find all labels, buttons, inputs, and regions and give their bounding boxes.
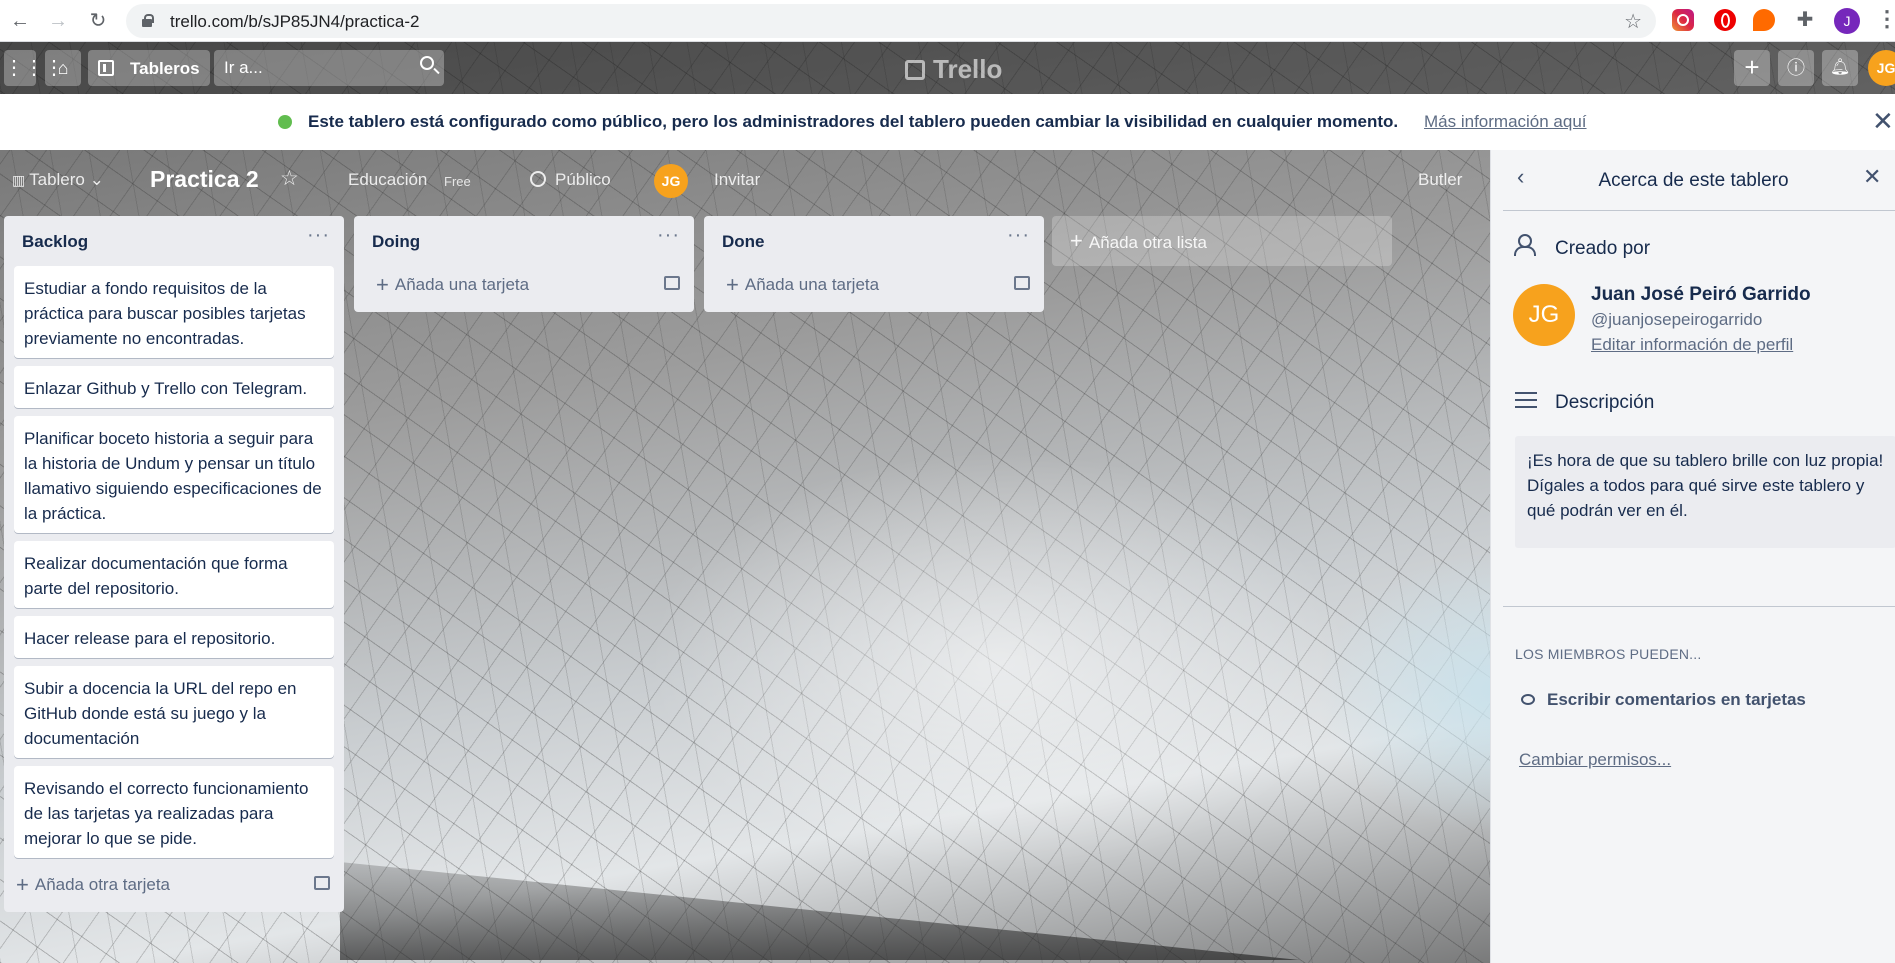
close-icon[interactable]: ✕ bbox=[1863, 164, 1881, 190]
boards-label: Tableros bbox=[130, 59, 200, 78]
add-card-button[interactable]: + Añada otra tarjeta bbox=[16, 872, 170, 898]
card[interactable]: Subir a docencia la URL del repo en GitH… bbox=[14, 666, 334, 758]
about-board-panel: ‹ Acerca de este tablero ✕ Creado por JG… bbox=[1490, 150, 1895, 963]
board-header: ▥ Tablero ⌄ Practica 2 ☆ Educación Free … bbox=[0, 150, 1490, 212]
bookmark-star-icon[interactable]: ☆ bbox=[1624, 9, 1642, 34]
creator-username: @juanjosepeirogarrido bbox=[1591, 310, 1763, 329]
list-doing: Doing ··· + Añada una tarjeta bbox=[354, 216, 694, 312]
notifications-bell-icon[interactable]: 🔔︎ bbox=[1822, 50, 1858, 86]
back-arrow-icon[interactable]: ← bbox=[8, 9, 32, 33]
creator-avatar[interactable]: JG bbox=[1513, 284, 1575, 346]
member-avatar[interactable]: JG bbox=[654, 164, 688, 198]
list-title[interactable]: Done bbox=[722, 232, 765, 252]
plus-icon: + bbox=[16, 872, 29, 897]
card[interactable]: Hacer release para el repositorio. bbox=[14, 616, 334, 658]
trello-logo-icon bbox=[905, 60, 925, 80]
visibility-banner: Este tablero está configurado como públi… bbox=[0, 94, 1895, 150]
url-text[interactable]: trello.com/b/sJP85JN4/practica-2 bbox=[170, 12, 419, 32]
browser-toolbar: ← → ↻ trello.com/b/sJP85JN4/practica-2 ☆… bbox=[0, 0, 1895, 42]
invite-button[interactable]: Invitar bbox=[714, 170, 760, 190]
divider bbox=[1503, 210, 1895, 211]
star-icon[interactable]: ☆ bbox=[280, 166, 299, 191]
instagram-extension-icon[interactable] bbox=[1672, 9, 1694, 31]
close-icon[interactable]: ✕ bbox=[1872, 106, 1894, 137]
address-bar[interactable]: trello.com/b/sJP85JN4/practica-2 ☆ bbox=[126, 4, 1656, 38]
card[interactable]: Enlazar Github y Trello con Telegram. bbox=[14, 366, 334, 408]
plus-icon: + bbox=[1070, 228, 1083, 253]
boards-icon bbox=[98, 60, 114, 76]
browser-profile-avatar[interactable]: J bbox=[1834, 8, 1860, 34]
card-template-icon[interactable] bbox=[1014, 276, 1030, 290]
list-done: Done ··· + Añada una tarjeta bbox=[704, 216, 1044, 312]
board-view-switcher[interactable]: ▥ Tablero ⌄ bbox=[12, 170, 104, 190]
card[interactable]: Planificar boceto historia a seguir para… bbox=[14, 416, 334, 533]
info-icon[interactable]: ⓘ bbox=[1778, 50, 1814, 86]
add-card-button[interactable]: + Añada una tarjeta bbox=[376, 272, 529, 298]
plan-badge: Free bbox=[444, 174, 471, 189]
permission-comments: Escribir comentarios en tarjetas bbox=[1547, 690, 1806, 709]
members-permissions-heading: Los miembros pueden... bbox=[1515, 646, 1702, 662]
banner-more-info-link[interactable]: Más información aquí bbox=[1424, 112, 1587, 132]
description-heading: Descripción bbox=[1555, 392, 1655, 413]
plus-icon: + bbox=[726, 272, 739, 297]
create-plus-icon[interactable]: + bbox=[1734, 50, 1770, 86]
add-card-button[interactable]: + Añada una tarjeta bbox=[726, 272, 879, 298]
description-icon bbox=[1515, 392, 1537, 408]
trello-header: ⋮⋮⋮ ⌂ Tableros Trello + ⓘ 🔔︎ JG bbox=[0, 42, 1895, 94]
person-icon bbox=[1513, 234, 1536, 256]
opera-extension-icon[interactable] bbox=[1714, 9, 1736, 31]
extensions-puzzle-icon[interactable]: ✚ bbox=[1794, 9, 1816, 31]
globe-icon bbox=[530, 171, 546, 187]
globe-icon bbox=[278, 115, 292, 129]
more-options-icon[interactable]: ··· bbox=[657, 224, 680, 247]
butler-button[interactable]: Butler bbox=[1418, 170, 1462, 190]
card-template-icon[interactable] bbox=[664, 276, 680, 290]
panel-title: Acerca de este tablero bbox=[1598, 170, 1789, 191]
list-backlog: Backlog ··· Estudiar a fondo requisitos … bbox=[4, 216, 344, 912]
list-title[interactable]: Backlog bbox=[22, 232, 88, 252]
fire-extension-icon[interactable] bbox=[1753, 9, 1775, 31]
list-title[interactable]: Doing bbox=[372, 232, 420, 252]
add-list-button[interactable]: + Añada otra lista bbox=[1052, 216, 1392, 266]
divider bbox=[1503, 606, 1895, 607]
card[interactable]: Estudiar a fondo requisitos de la prácti… bbox=[14, 266, 334, 358]
team-label[interactable]: Educación bbox=[348, 170, 427, 190]
card[interactable]: Realizar documentación que forma parte d… bbox=[14, 541, 334, 608]
forward-arrow-icon[interactable]: → bbox=[46, 9, 70, 33]
browser-menu-icon[interactable]: ⋮ bbox=[1876, 6, 1895, 32]
search-icon[interactable] bbox=[420, 56, 434, 70]
comment-icon bbox=[1521, 694, 1535, 705]
trello-logo[interactable]: Trello bbox=[905, 54, 1002, 85]
creator-heading: Creado por bbox=[1555, 238, 1651, 259]
visibility-button[interactable]: Público bbox=[555, 170, 611, 190]
board-title[interactable]: Practica 2 bbox=[150, 166, 259, 193]
banner-text: Este tablero está configurado como públi… bbox=[308, 112, 1399, 131]
card-template-icon[interactable] bbox=[314, 876, 330, 890]
more-options-icon[interactable]: ··· bbox=[307, 224, 330, 247]
creator-name: Juan José Peiró Garrido bbox=[1591, 284, 1811, 305]
description-box[interactable]: ¡Es hora de que su tablero brille con lu… bbox=[1515, 436, 1895, 548]
change-permissions-link[interactable]: Cambiar permisos... bbox=[1519, 750, 1671, 770]
search-box[interactable] bbox=[214, 50, 444, 86]
chevron-down-icon: ⌄ bbox=[84, 170, 104, 189]
lock-icon[interactable] bbox=[142, 14, 154, 27]
plus-icon: + bbox=[376, 272, 389, 297]
reload-icon[interactable]: ↻ bbox=[86, 9, 110, 33]
more-options-icon[interactable]: ··· bbox=[1007, 224, 1030, 247]
home-icon[interactable]: ⌂ bbox=[45, 50, 81, 86]
search-input[interactable] bbox=[224, 58, 404, 78]
card[interactable]: Revisando el correcto funcionamiento de … bbox=[14, 766, 334, 858]
boards-button[interactable]: Tableros bbox=[88, 50, 210, 86]
apps-grid-icon[interactable]: ⋮⋮⋮ bbox=[4, 50, 64, 86]
user-avatar[interactable]: JG bbox=[1868, 50, 1895, 86]
edit-profile-link[interactable]: Editar información de perfil bbox=[1591, 335, 1793, 355]
board-view-icon: ▥ bbox=[12, 172, 30, 188]
trello-logo-text: Trello bbox=[933, 54, 1003, 84]
